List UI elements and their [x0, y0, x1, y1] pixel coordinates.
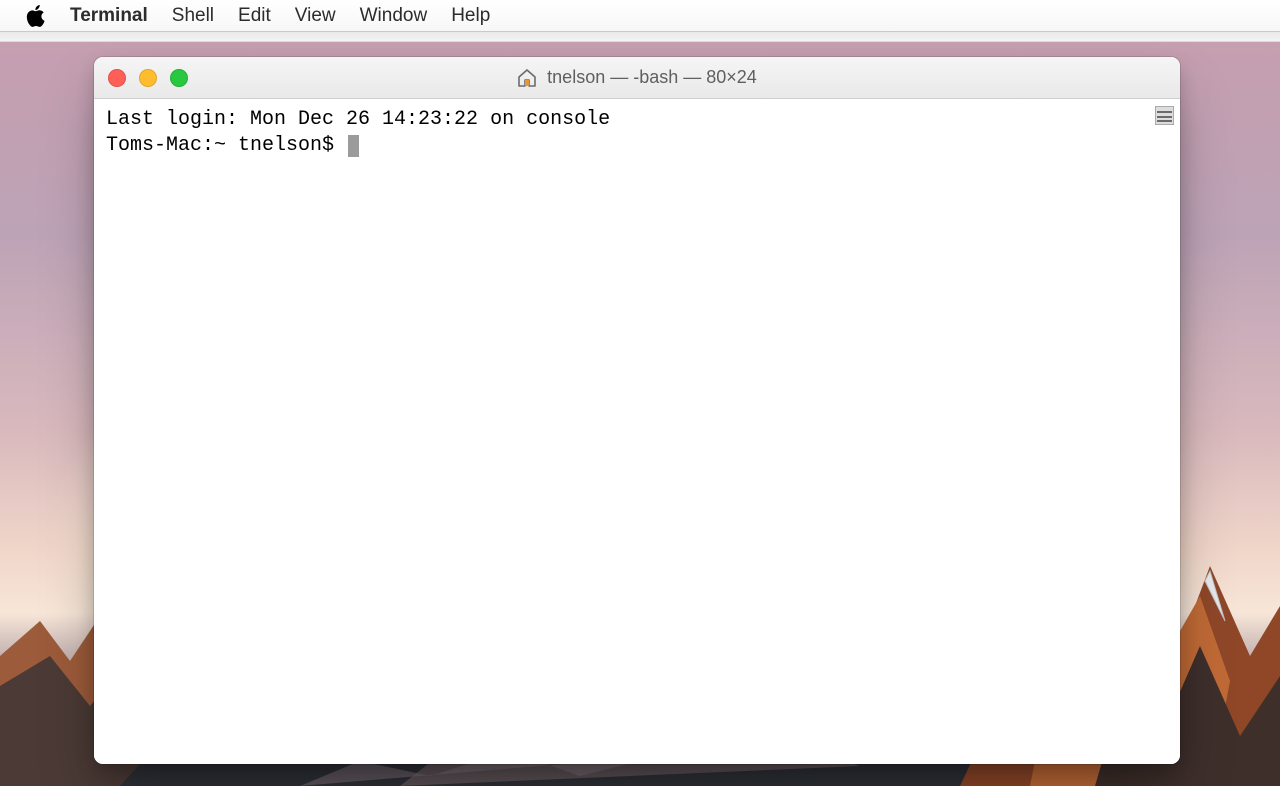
zoom-button[interactable]: [170, 69, 188, 87]
close-button[interactable]: [108, 69, 126, 87]
menubar: Terminal Shell Edit View Window Help: [0, 0, 1280, 32]
window-title-text: tnelson — -bash — 80×24: [547, 67, 757, 88]
traffic-lights: [108, 69, 188, 87]
window-title-container: tnelson — -bash — 80×24: [94, 67, 1180, 88]
terminal-body[interactable]: Last login: Mon Dec 26 14:23:22 on conso…: [94, 99, 1180, 764]
menubar-app-name[interactable]: Terminal: [70, 5, 148, 27]
scrollbar-hamburger-icon[interactable]: [1155, 106, 1174, 125]
terminal-prompt: Toms-Mac:~ tnelson$: [106, 134, 346, 157]
terminal-last-login: Last login: Mon Dec 26 14:23:22 on conso…: [106, 108, 610, 131]
apple-logo-icon[interactable]: [26, 5, 46, 27]
terminal-cursor: [348, 135, 359, 157]
minimize-button[interactable]: [139, 69, 157, 87]
window-titlebar[interactable]: tnelson — -bash — 80×24: [94, 57, 1180, 99]
terminal-window: tnelson — -bash — 80×24 Last login: Mon …: [94, 57, 1180, 764]
menubar-divider: [0, 32, 1280, 42]
menu-view[interactable]: View: [295, 5, 336, 27]
menu-help[interactable]: Help: [451, 5, 490, 27]
home-icon: [517, 69, 537, 87]
menu-shell[interactable]: Shell: [172, 5, 214, 27]
menu-window[interactable]: Window: [360, 5, 428, 27]
menu-edit[interactable]: Edit: [238, 5, 271, 27]
